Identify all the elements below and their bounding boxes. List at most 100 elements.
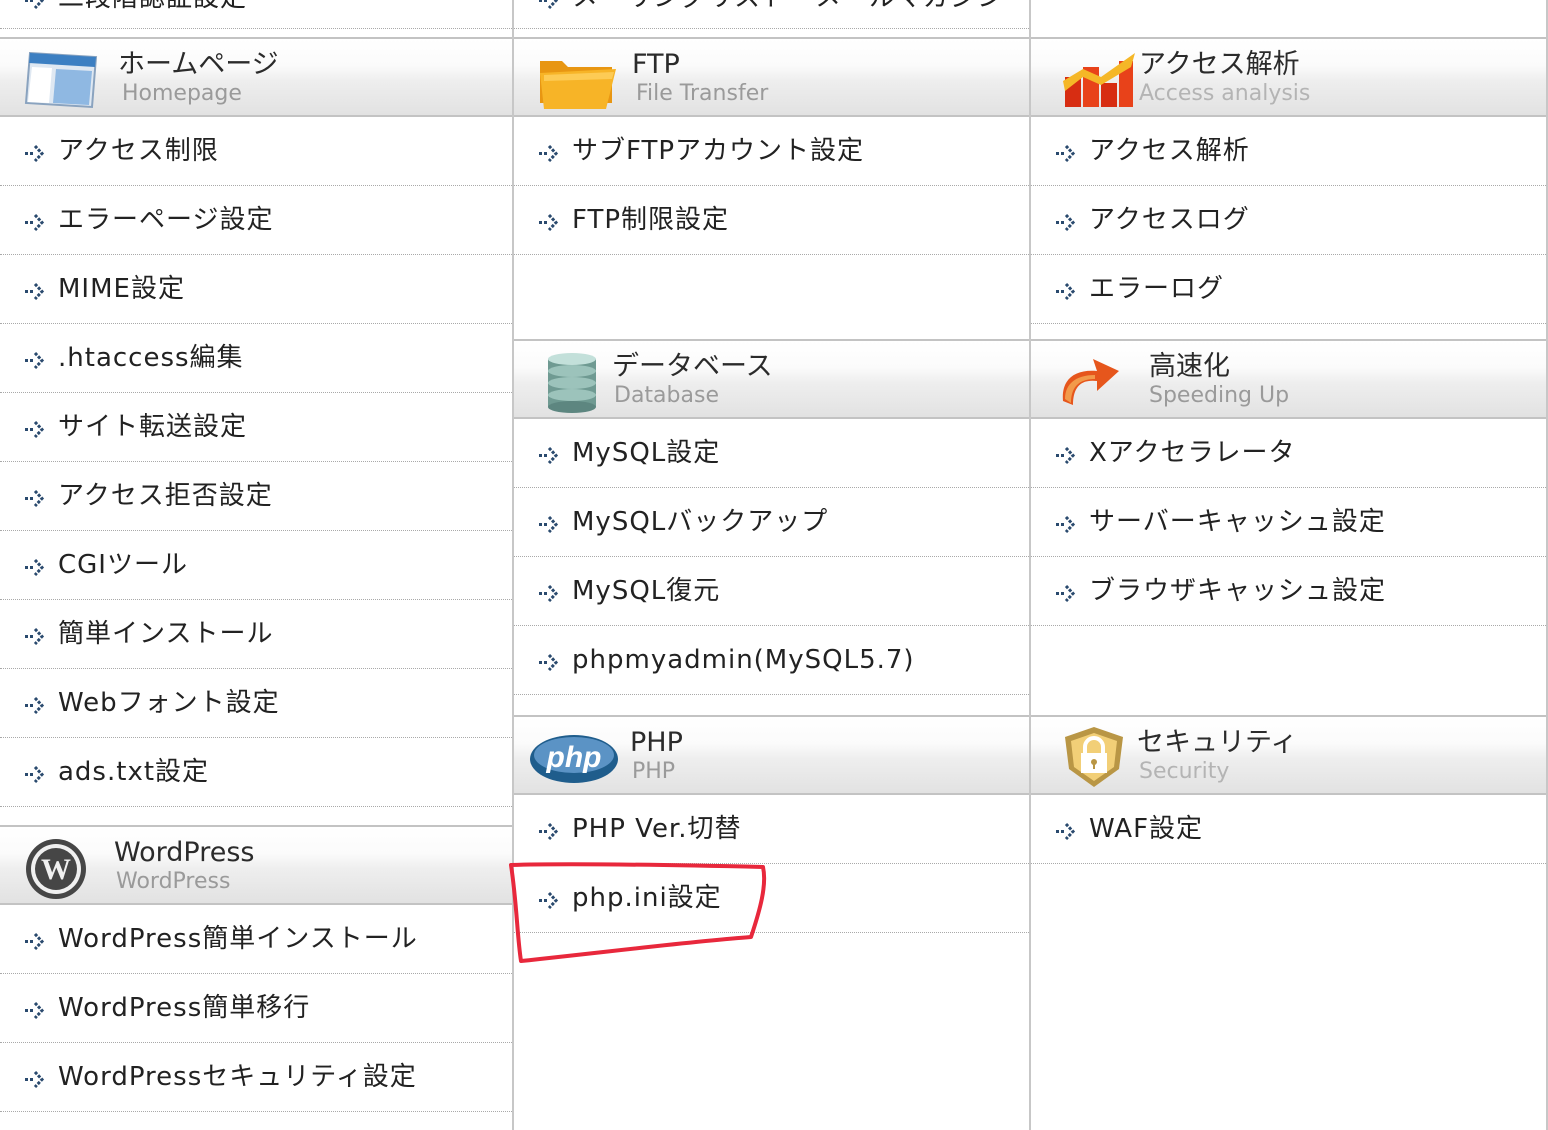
menu-item-label: アクセス拒否設定 [58, 481, 273, 511]
menu-item-access-deny[interactable]: アクセス拒否設定 [0, 462, 512, 531]
browser-window-icon [22, 47, 104, 111]
previous-section-cutoff [1031, 0, 1546, 28]
menu-item-wp-security[interactable]: WordPressセキュリティ設定 [0, 1043, 512, 1112]
menu-item-label: 簡単インストール [58, 619, 274, 649]
wordpress-menu-list: WordPress簡単インストール WordPress簡単移行 WordPres… [0, 905, 512, 1112]
menu-item-label: Webフォント設定 [58, 688, 280, 718]
menu-arrow-icon [24, 351, 48, 369]
homepage-panel-header: ホームページ Homepage [0, 37, 512, 117]
menu-arrow-icon [1055, 282, 1079, 300]
section-subtitle: Access analysis [1139, 81, 1311, 106]
wordpress-panel-header: W WordPress WordPress [0, 825, 512, 905]
menu-item-label: Xアクセラレータ [1089, 438, 1296, 468]
section-title: 高速化 [1149, 351, 1230, 382]
section-title: FTP [632, 49, 680, 80]
menu-item-wp-easy-migrate[interactable]: WordPress簡単移行 [0, 974, 512, 1043]
php-panel: php PHP PHP PHP Ver.切替 php.ini設定 [514, 715, 1029, 933]
section-title: ホームページ [118, 49, 279, 80]
database-panel-header: データベース Database [514, 339, 1029, 419]
column-homepage-wordpress: 二段階認証設定 ホームページ Homepage アクセス制限 エラーページ設定 … [0, 0, 514, 1130]
menu-item-cgi-tools[interactable]: CGIツール [0, 531, 512, 600]
menu-item-wp-easy-install[interactable]: WordPress簡単インストール [0, 905, 512, 974]
menu-arrow-icon [24, 489, 48, 507]
section-subtitle: File Transfer [636, 81, 769, 106]
menu-item-error-page[interactable]: エラーページ設定 [0, 186, 512, 255]
menu-arrow-icon [24, 213, 48, 231]
menu-item-access-log[interactable]: アクセスログ [1031, 186, 1546, 255]
access-menu-list: アクセス解析 アクセスログ エラーログ [1031, 117, 1546, 324]
homepage-menu-list: アクセス制限 エラーページ設定 MIME設定 .htaccess編集 サイト転送… [0, 117, 512, 807]
menu-item-label: WAF設定 [1089, 814, 1204, 844]
menu-item-server-cache[interactable]: サーバーキャッシュ設定 [1031, 488, 1546, 557]
database-panel: データベース Database MySQL設定 MySQLバックアップ MySQ… [514, 339, 1029, 695]
menu-arrow-icon [538, 653, 562, 671]
section-title: WordPress [114, 837, 255, 868]
menu-item-sub-ftp-account[interactable]: サブFTPアカウント設定 [514, 117, 1029, 186]
database-icon [536, 349, 618, 413]
menu-item-web-font[interactable]: Webフォント設定 [0, 669, 512, 738]
menu-item-mime[interactable]: MIME設定 [0, 255, 512, 324]
menu-arrow-icon [24, 144, 48, 162]
menu-item-php-ini[interactable]: php.ini設定 [514, 864, 1029, 933]
menu-item-site-redirect[interactable]: サイト転送設定 [0, 393, 512, 462]
menu-item-phpmyadmin[interactable]: phpmyadmin(MySQL5.7) [514, 626, 1029, 695]
menu-arrow-icon [538, 0, 562, 9]
menu-item-mailing-list[interactable]: メーリングリスト・メールマガジン [514, 0, 1029, 28]
php-panel-header: php PHP PHP [514, 715, 1029, 795]
menu-item-x-accelerator[interactable]: Xアクセラレータ [1031, 419, 1546, 488]
section-subtitle: WordPress [116, 869, 231, 894]
speed-arrow-icon [1053, 349, 1129, 413]
section-title: PHP [630, 727, 683, 758]
database-menu-list: MySQL設定 MySQLバックアップ MySQL復元 phpmyadmin(M… [514, 419, 1029, 695]
menu-item-access-analysis[interactable]: アクセス解析 [1031, 117, 1546, 186]
menu-item-mysql-restore[interactable]: MySQL復元 [514, 557, 1029, 626]
speed-menu-list: Xアクセラレータ サーバーキャッシュ設定 ブラウザキャッシュ設定 [1031, 419, 1546, 626]
menu-item-htaccess[interactable]: .htaccess編集 [0, 324, 512, 393]
menu-item-label: php.ini設定 [572, 883, 722, 913]
menu-item-mysql-settings[interactable]: MySQL設定 [514, 419, 1029, 488]
menu-arrow-icon [538, 891, 562, 909]
access-panel: アクセス解析 Access analysis アクセス解析 アクセスログ エラー… [1031, 37, 1546, 324]
padlock-shield-icon [1059, 725, 1129, 789]
menu-item-access-restriction[interactable]: アクセス制限 [0, 117, 512, 186]
menu-arrow-icon [1055, 144, 1079, 162]
menu-item-label: MIME設定 [58, 274, 185, 304]
menu-item-label: アクセス解析 [1089, 136, 1250, 166]
menu-item-browser-cache[interactable]: ブラウザキャッシュ設定 [1031, 557, 1546, 626]
section-subtitle: Homepage [122, 81, 242, 106]
menu-item-error-log[interactable]: エラーログ [1031, 255, 1546, 324]
menu-item-ads-txt[interactable]: ads.txt設定 [0, 738, 512, 807]
menu-item-label: アクセスログ [1089, 205, 1250, 235]
bar-chart-icon [1061, 47, 1137, 111]
menu-item-ftp-restriction[interactable]: FTP制限設定 [514, 186, 1029, 255]
menu-arrow-icon [1055, 584, 1079, 602]
menu-item-label: ads.txt設定 [58, 757, 210, 787]
menu-arrow-icon [538, 822, 562, 840]
menu-item-php-version[interactable]: PHP Ver.切替 [514, 795, 1029, 864]
homepage-panel: ホームページ Homepage アクセス制限 エラーページ設定 MIME設定 .… [0, 37, 512, 807]
menu-item-two-factor-auth[interactable]: 二段階認証設定 [0, 0, 512, 28]
menu-item-label: アクセス制限 [58, 136, 219, 166]
menu-item-label: PHP Ver.切替 [572, 814, 742, 844]
section-subtitle: Database [614, 383, 719, 408]
menu-arrow-icon [1055, 515, 1079, 533]
menu-item-easy-install[interactable]: 簡単インストール [0, 600, 512, 669]
menu-item-label: phpmyadmin(MySQL5.7) [572, 645, 915, 675]
menu-item-mysql-backup[interactable]: MySQLバックアップ [514, 488, 1029, 557]
menu-arrow-icon [538, 213, 562, 231]
section-subtitle: Security [1139, 759, 1230, 784]
folder-icon [536, 47, 618, 111]
previous-section-cutoff: 二段階認証設定 [0, 0, 512, 29]
menu-item-label: WordPress簡単インストール [58, 924, 418, 954]
ftp-panel-header: FTP File Transfer [514, 37, 1029, 117]
section-title: アクセス解析 [1139, 49, 1300, 80]
menu-item-waf[interactable]: WAF設定 [1031, 795, 1546, 864]
security-panel: セキュリティ Security WAF設定 [1031, 715, 1546, 864]
ftp-panel: FTP File Transfer サブFTPアカウント設定 FTP制限設定 [514, 37, 1029, 255]
menu-item-label: サーバーキャッシュ設定 [1089, 507, 1386, 537]
menu-item-label: メーリングリスト・メールマガジン [572, 0, 1004, 15]
menu-item-label: CGIツール [58, 550, 188, 580]
ftp-menu-list: サブFTPアカウント設定 FTP制限設定 [514, 117, 1029, 255]
menu-item-label: サブFTPアカウント設定 [572, 136, 865, 166]
php-menu-list: PHP Ver.切替 php.ini設定 [514, 795, 1029, 933]
